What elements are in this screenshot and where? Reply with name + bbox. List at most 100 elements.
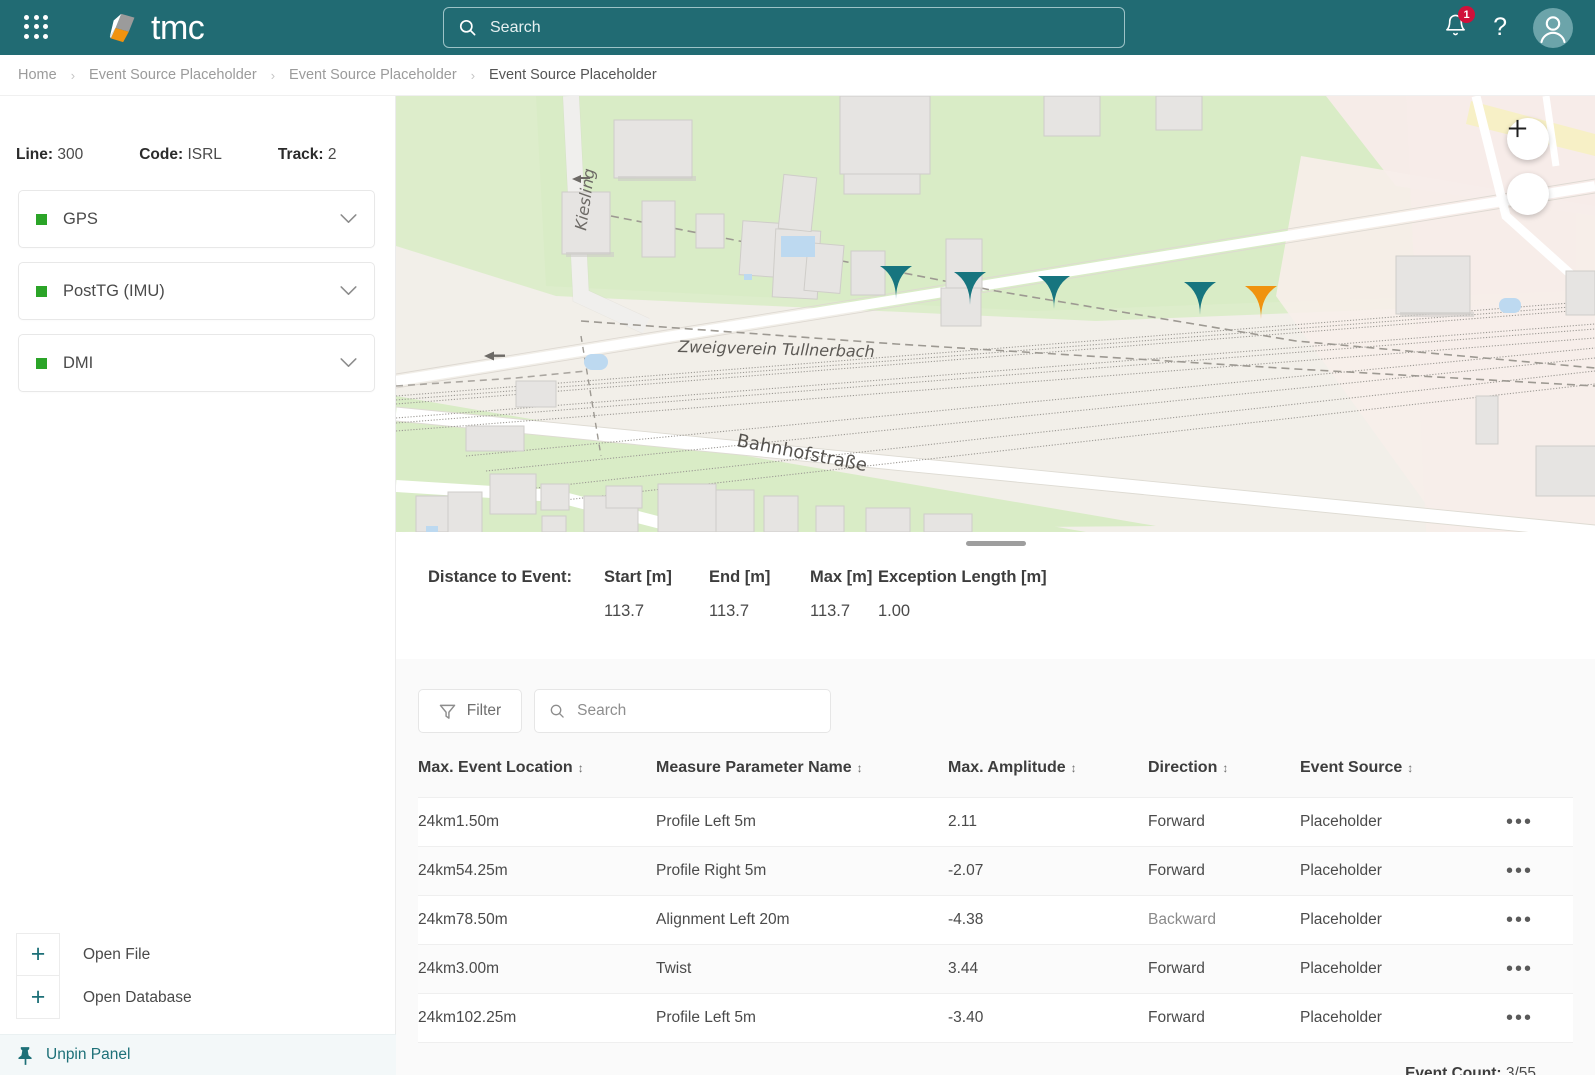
events-table: Max. Event Location ↕ Measure Parameter N…	[418, 759, 1573, 1043]
notifications-button[interactable]: 1	[1444, 6, 1476, 42]
column-header-event-source[interactable]: Event Source ↕	[1300, 759, 1506, 798]
table-search-input[interactable]	[577, 702, 816, 720]
sort-icon[interactable]: ↕	[1222, 761, 1228, 775]
meta-line: Line: 300	[16, 146, 83, 164]
panel-resize-handle[interactable]	[965, 541, 1026, 546]
chevron-down-icon[interactable]	[340, 358, 357, 368]
summary-header-row: Distance to Event: Start [m] End [m] Max…	[428, 568, 1595, 587]
cell-location: 24km3.00m	[418, 945, 656, 994]
map-canvas[interactable]: Kiesling Bahnhofstraße Zweigverein Tulln…	[396, 96, 1595, 532]
brand-logo[interactable]: tmc	[108, 11, 205, 45]
open-database-label: Open Database	[83, 988, 192, 1006]
cell-direction: Backward	[1148, 911, 1217, 928]
cell-amplitude: -4.38	[948, 911, 984, 928]
cell-location-m: 1.50m	[455, 813, 499, 830]
user-avatar[interactable]	[1533, 7, 1573, 48]
plus-icon[interactable]: +	[16, 933, 60, 976]
sidebar-actions: + Open File + Open Database	[16, 933, 380, 1019]
open-database-button[interactable]: + Open Database	[16, 976, 380, 1019]
sidebar-item-label: PostTG (IMU)	[63, 281, 165, 300]
summary-header-end: End [m]	[709, 568, 771, 586]
table-row[interactable]: 24km78.50m Alignment Left 20m -4.38 Back…	[418, 895, 1573, 945]
row-menu-button[interactable]: •••	[1506, 945, 1573, 994]
summary-value-exception-length: 1.00	[878, 602, 911, 620]
chevron-down-icon[interactable]	[340, 286, 357, 296]
meta-code-value: ISRL	[187, 146, 222, 163]
sort-icon[interactable]: ↕	[857, 761, 863, 775]
cell-amplitude: 3.44	[948, 960, 979, 977]
cell-location-km: 24km	[418, 960, 456, 977]
row-menu-button[interactable]: •••	[1506, 994, 1573, 1043]
breadcrumb-item-3[interactable]: Event Source Placeholder	[487, 67, 659, 83]
minus-icon	[1508, 127, 1527, 130]
global-search-input[interactable]	[490, 18, 1110, 37]
cell-parameter: Profile Left 5m	[656, 813, 756, 830]
filter-button[interactable]: Filter	[418, 689, 522, 733]
summary-title: Distance to Event:	[428, 568, 572, 586]
open-file-button[interactable]: + Open File	[16, 933, 380, 976]
left-sidebar: Line: 300 Code: ISRL Track: 2 GPS PostTG…	[0, 96, 396, 1075]
cell-amplitude: 2.11	[948, 813, 978, 830]
row-menu-button[interactable]: •••	[1506, 896, 1573, 945]
plus-icon[interactable]: +	[16, 976, 60, 1019]
column-header-measure-parameter-name[interactable]: Measure Parameter Name ↕	[656, 759, 948, 798]
sort-icon[interactable]: ↕	[1407, 761, 1413, 775]
user-avatar-icon	[1540, 15, 1566, 43]
breadcrumb-separator: ›	[270, 67, 276, 83]
event-count-label: Event Count:	[1405, 1065, 1502, 1075]
row-menu-button[interactable]: •••	[1506, 798, 1573, 847]
cell-source: Placeholder	[1300, 862, 1382, 879]
distance-summary: Distance to Event: Start [m] End [m] Max…	[396, 532, 1595, 659]
help-icon[interactable]: ?	[1493, 15, 1507, 40]
meta-track-key: Track:	[277, 146, 324, 163]
column-header-max-event-location[interactable]: Max. Event Location ↕	[418, 759, 656, 798]
table-row[interactable]: 24km3.00m Twist 3.44 Forward Placeholder…	[418, 944, 1573, 994]
breadcrumb-item-1[interactable]: Event Source Placeholder	[87, 67, 259, 83]
funnel-icon	[439, 704, 456, 719]
search-icon	[459, 19, 476, 36]
sidebar-item-posttg[interactable]: PostTG (IMU)	[18, 262, 375, 320]
sidebar-item-dmi[interactable]: DMI	[18, 334, 375, 392]
map-zoom-out-button[interactable]	[1507, 127, 1549, 215]
cell-location: 24km102.25m	[418, 994, 656, 1043]
status-indicator-icon	[36, 285, 47, 297]
meta-line-key: Line:	[16, 146, 54, 163]
cell-amplitude: -2.07	[948, 862, 984, 879]
breadcrumb-item-2[interactable]: Event Source Placeholder	[287, 67, 459, 83]
top-right-actions: 1 ?	[1444, 0, 1573, 55]
sort-icon[interactable]: ↕	[578, 761, 584, 775]
cell-location-m: 3.00m	[455, 960, 499, 977]
track-metadata: Line: 300 Code: ISRL Track: 2	[0, 96, 395, 164]
grid-apps-icon[interactable]	[24, 14, 50, 41]
cell-source: Placeholder	[1300, 960, 1382, 977]
sort-icon[interactable]: ↕	[1071, 761, 1077, 775]
cell-direction: Forward	[1148, 862, 1205, 879]
column-label: Measure Parameter Name	[656, 759, 852, 776]
sidebar-item-gps[interactable]: GPS	[18, 190, 375, 248]
open-file-label: Open File	[83, 945, 151, 963]
column-header-direction[interactable]: Direction ↕	[1148, 759, 1300, 798]
unpin-panel-button[interactable]: Unpin Panel	[0, 1034, 396, 1075]
table-row[interactable]: 24km1.50m Profile Left 5m 2.11 Forward P…	[418, 797, 1573, 847]
map-view[interactable]: Kiesling Bahnhofstraße Zweigverein Tulln…	[396, 96, 1595, 532]
cell-location-m: 102.25m	[455, 1009, 517, 1026]
breadcrumb-separator: ›	[70, 67, 76, 83]
cell-source: Placeholder	[1300, 1009, 1382, 1026]
table-row[interactable]: 24km54.25m Profile Right 5m -2.07 Forwar…	[418, 846, 1573, 896]
map-zoom-controls	[1507, 118, 1549, 215]
search-icon	[550, 704, 564, 718]
cell-parameter: Profile Right 5m	[656, 862, 767, 879]
table-header-row: Max. Event Location ↕ Measure Parameter N…	[418, 759, 1573, 798]
event-count-value: 3/55	[1505, 1065, 1536, 1075]
breadcrumb-item-0[interactable]: Home	[16, 67, 59, 83]
chevron-down-icon[interactable]	[340, 214, 357, 224]
row-menu-button[interactable]: •••	[1506, 847, 1573, 896]
cell-source: Placeholder	[1300, 911, 1382, 928]
breadcrumb: Home › Event Source Placeholder › Event …	[0, 55, 1595, 96]
filter-label: Filter	[466, 702, 502, 719]
table-search-box[interactable]	[534, 689, 831, 733]
column-header-max-amplitude[interactable]: Max. Amplitude ↕	[948, 759, 1148, 798]
table-row[interactable]: 24km102.25m Profile Left 5m -3.40 Forwar…	[418, 993, 1573, 1043]
global-search-box[interactable]	[443, 7, 1125, 48]
top-navigation-bar: tmc 1 ?	[0, 0, 1595, 55]
